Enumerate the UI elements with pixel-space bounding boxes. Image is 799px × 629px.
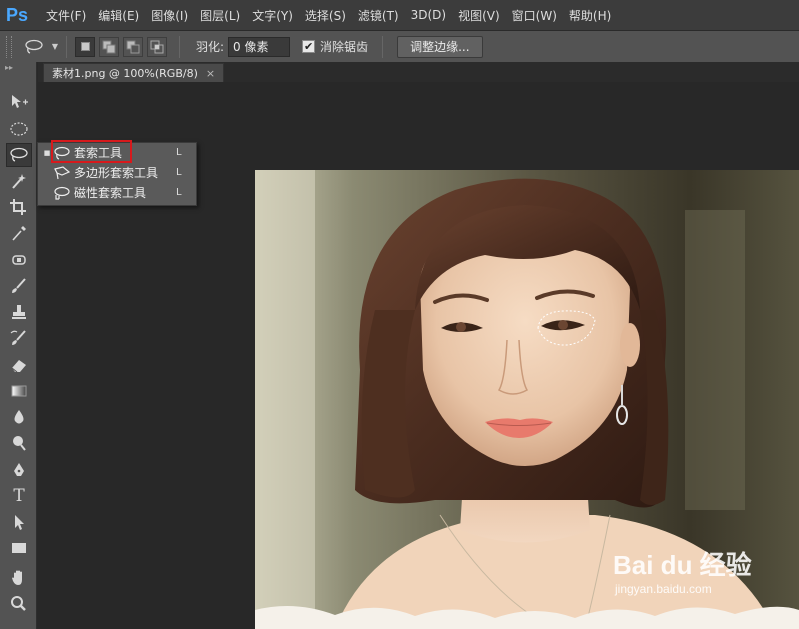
feather-input[interactable]: 0 像素 (228, 36, 291, 57)
flyout-item-magnetic-lasso[interactable]: 磁性套索工具 L (38, 183, 196, 202)
subtract-from-selection-button[interactable] (123, 36, 143, 57)
flyout-item-label: 多边形套索工具 (74, 166, 159, 180)
type-tool[interactable]: T (6, 484, 32, 508)
antialias-checkbox[interactable]: ✔ (302, 40, 316, 53)
type-icon: T (13, 486, 25, 506)
move-tool[interactable] (6, 90, 32, 114)
menu-help[interactable]: 帮助(H) (557, 7, 611, 24)
lasso-icon (25, 39, 43, 54)
crop-tool[interactable] (6, 195, 32, 219)
menu-image[interactable]: 图像(I) (139, 7, 188, 24)
feather-label: 羽化: (196, 40, 225, 54)
baidu-watermark: Bai du 经验 jingyan.baidu.com (613, 545, 783, 615)
divider (382, 35, 384, 58)
dodge-tool[interactable] (6, 431, 32, 455)
document-tab[interactable]: 素材1.png @ 100%(RGB/8) × (43, 63, 225, 82)
add-selection-icon (102, 40, 116, 53)
document-image[interactable]: Bai du 经验 jingyan.baidu.com (255, 170, 799, 629)
add-to-selection-button[interactable] (99, 36, 119, 57)
flyout-item-shortcut: L (176, 167, 182, 178)
menu-view[interactable]: 视图(V) (446, 7, 500, 24)
divider (179, 35, 180, 58)
history-brush-icon (10, 330, 26, 345)
rectangle-icon (12, 543, 26, 553)
tools-panel: ▸▸ T (0, 62, 37, 629)
new-selection-button[interactable] (75, 36, 95, 57)
gradient-icon (11, 385, 27, 397)
brush-tool[interactable] (6, 274, 32, 298)
document-tab-title: 素材1.png @ 100%(RGB/8) (52, 67, 198, 80)
elliptical-marquee-icon (10, 122, 28, 136)
gradient-tool[interactable] (6, 379, 32, 403)
move-icon (12, 95, 28, 108)
pen-tool[interactable] (6, 458, 32, 482)
brush-icon (12, 278, 26, 293)
history-brush-tool[interactable] (6, 326, 32, 350)
menu-edit[interactable]: 编辑(E) (86, 7, 139, 24)
checkmark-icon: ✔ (303, 40, 314, 53)
watermark-url: jingyan.baidu.com (615, 582, 712, 596)
flyout-item-shortcut: L (176, 147, 182, 158)
rectangle-tool[interactable] (6, 536, 32, 560)
lasso-icon (10, 147, 28, 162)
blur-tool[interactable] (6, 405, 32, 429)
magic-wand-tool[interactable] (6, 169, 32, 193)
tool-preset-picker[interactable]: ▼ (24, 36, 58, 58)
new-selection-icon (80, 42, 90, 51)
menu-type[interactable]: 文字(Y) (240, 7, 293, 24)
divider (66, 35, 67, 58)
polygonal-lasso-icon (52, 165, 72, 180)
watermark-brand: Bai du 经验 (613, 550, 752, 580)
path-select-arrow-icon (15, 515, 24, 530)
app-logo[interactable]: Ps (0, 0, 34, 30)
document-tabs: 素材1.png @ 100%(RGB/8) × (38, 62, 799, 82)
photoshop-window: Ps 文件(F) 编辑(E) 图像(I) 图层(L) 文字(Y) 选择(S) 滤… (0, 0, 799, 629)
healing-brush-tool[interactable] (6, 248, 32, 272)
refine-edge-button[interactable]: 调整边缘... (397, 35, 483, 58)
chevron-down-icon: ▼ (51, 42, 58, 51)
menu-layer[interactable]: 图层(L) (188, 7, 240, 24)
flyout-item-polygonal-lasso[interactable]: 多边形套索工具 L (38, 163, 196, 182)
options-bar-grip[interactable] (6, 35, 12, 58)
antialias-label: 消除锯齿 (320, 40, 369, 54)
magnetic-lasso-icon (52, 186, 72, 200)
magic-wand-icon (12, 174, 26, 189)
path-selection-tool[interactable] (6, 510, 32, 534)
eraser-icon (11, 360, 26, 373)
eraser-tool[interactable] (6, 353, 32, 377)
menu-3d[interactable]: 3D(D) (399, 8, 446, 22)
eyedropper-tool[interactable] (6, 221, 32, 245)
menu-window[interactable]: 窗口(W) (500, 7, 557, 24)
intersect-selection-icon (150, 40, 164, 53)
crop-icon (10, 199, 26, 215)
collapse-panel-icon[interactable]: ▸▸ (0, 62, 36, 72)
flyout-item-shortcut: L (176, 187, 182, 198)
pen-icon (14, 463, 24, 476)
menu-select[interactable]: 选择(S) (293, 7, 346, 24)
highlight-annotation (51, 140, 132, 163)
hand-tool[interactable] (6, 566, 32, 590)
intersect-selection-button[interactable] (147, 36, 167, 57)
water-drop-icon (14, 410, 24, 424)
hand-icon (12, 570, 22, 585)
menu-file[interactable]: 文件(F) (34, 7, 86, 24)
eyedropper-icon (12, 226, 26, 241)
bandage-icon (12, 255, 26, 265)
options-bar: ▼ 羽化: 0 像素 ✔ 消除锯齿 调整边缘... (0, 30, 799, 62)
magnifier-icon (11, 596, 26, 611)
menu-filter[interactable]: 滤镜(T) (346, 7, 399, 24)
close-icon[interactable]: × (206, 67, 215, 80)
flyout-item-label: 磁性套索工具 (74, 186, 147, 200)
zoom-tool[interactable] (6, 592, 32, 616)
lasso-tool[interactable] (6, 143, 32, 167)
subtract-selection-icon (126, 40, 140, 53)
clone-stamp-tool[interactable] (6, 300, 32, 324)
dodge-icon (13, 436, 26, 451)
menu-bar: Ps 文件(F) 编辑(E) 图像(I) 图层(L) 文字(Y) 选择(S) 滤… (0, 0, 799, 30)
marquee-tool[interactable] (6, 117, 32, 141)
stamp-icon (12, 305, 26, 319)
